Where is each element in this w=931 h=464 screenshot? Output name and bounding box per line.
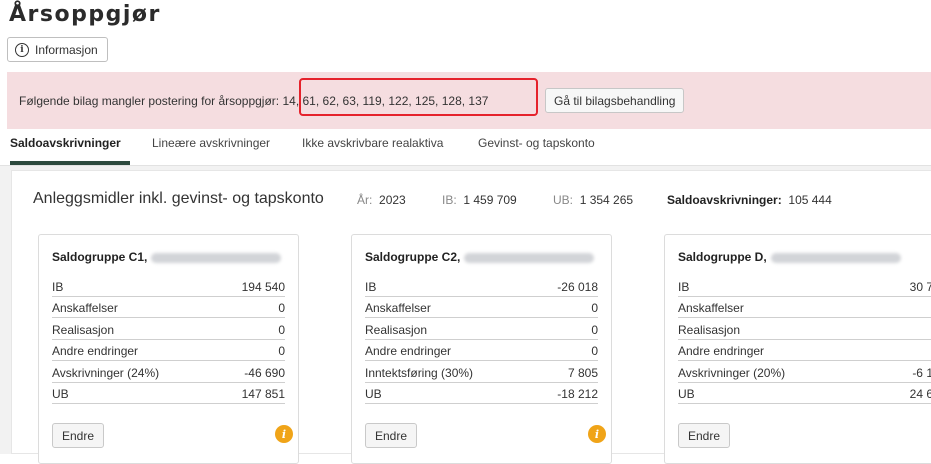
row-value: 7 805 — [567, 366, 598, 380]
row-label: Andre endringer — [52, 344, 139, 358]
highlight-box — [299, 78, 538, 116]
balance-group-card: Saldogruppe C1, IB 194 540 Anskaffelser 0 … — [38, 234, 299, 464]
row-label: Avskrivninger (24%) — [52, 366, 160, 380]
card-title-text: Saldogruppe C1, — [52, 250, 148, 264]
card-row: Anskaffelser 0 — [365, 297, 598, 318]
tab-ikke-avskrivbare-realaktiva[interactable]: Ikke avskrivbare realaktiva — [302, 136, 443, 150]
row-label: IB — [52, 280, 64, 294]
warning-info-icon[interactable]: i — [275, 425, 293, 443]
year-value: 2023 — [379, 193, 406, 207]
go-to-voucher-processing-button[interactable]: Gå til bilagsbehandling — [545, 88, 685, 113]
row-value: 0 — [278, 323, 285, 337]
main-panel: Anleggsmidler inkl. gevinst- og tapskont… — [0, 166, 931, 464]
card-row: Anskaffelser — [678, 297, 931, 318]
row-value: -6 1 — [912, 366, 931, 380]
balance-group-card: Saldogruppe C2, IB -26 018 Anskaffelser 0 … — [351, 234, 612, 464]
row-label: UB — [678, 387, 695, 401]
alert-prefix: Følgende bilag mangler postering for års… — [19, 94, 280, 108]
tab-bar: Saldoavskrivninger Lineære avskrivninger… — [0, 130, 931, 166]
row-value: 194 540 — [241, 280, 285, 294]
row-value: 0 — [591, 323, 598, 337]
page-title: Årsoppgjør — [9, 2, 161, 27]
card-row: IB 194 540 — [52, 276, 285, 297]
row-label: UB — [365, 387, 382, 401]
card-row: Andre endringer — [678, 340, 931, 361]
card-row: IB -26 018 — [365, 276, 598, 297]
card-row: Avskrivninger (24%) -46 690 — [52, 362, 285, 383]
redacted-name — [464, 252, 595, 263]
tab-saldoavskrivninger[interactable]: Saldoavskrivninger — [10, 136, 121, 150]
edit-button[interactable]: Endre — [365, 423, 418, 448]
row-label: Avskrivninger (20%) — [678, 366, 786, 380]
warning-info-icon[interactable]: i — [588, 425, 606, 443]
card-title: Saldogruppe D, — [678, 250, 901, 264]
card-title: Saldogruppe C2, — [365, 250, 595, 264]
row-value: -46 690 — [244, 366, 285, 380]
edit-button[interactable]: Endre — [52, 423, 105, 448]
depreciation-label: Saldoavskrivninger: — [667, 193, 782, 207]
card-title-text: Saldogruppe D, — [678, 250, 767, 264]
row-label: Realisasjon — [678, 323, 741, 337]
ub-label: UB: — [553, 193, 574, 207]
card-row: Andre endringer 0 — [52, 340, 285, 361]
row-label: Anskaffelser — [52, 301, 118, 315]
ib-value: 1 459 709 — [463, 193, 517, 207]
card-row: UB 147 851 — [52, 383, 285, 404]
summary-ib: IB: 1 459 709 — [442, 193, 517, 207]
row-value: 0 — [591, 344, 598, 358]
row-label: Realisasjon — [365, 323, 428, 337]
tab-lineaere-avskrivninger[interactable]: Lineære avskrivninger — [152, 136, 270, 150]
row-label: UB — [52, 387, 69, 401]
row-value: 24 6 — [909, 387, 931, 401]
row-value: 0 — [591, 301, 598, 315]
summary-ub: UB: 1 354 265 — [553, 193, 633, 207]
row-value: -18 212 — [557, 387, 598, 401]
card-row: UB 24 6 — [678, 383, 931, 404]
summary-title: Anleggsmidler inkl. gevinst- og tapskont… — [33, 190, 324, 207]
summary-year: År: 2023 — [357, 193, 406, 207]
assets-panel: Anleggsmidler inkl. gevinst- og tapskont… — [11, 170, 931, 464]
row-label: IB — [678, 280, 690, 294]
card-title: Saldogruppe C1, — [52, 250, 282, 264]
row-value: 147 851 — [241, 387, 285, 401]
row-label: Andre endringer — [678, 344, 765, 358]
info-circle-icon: i — [15, 42, 29, 57]
card-row: Avskrivninger (20%) -6 1 — [678, 362, 931, 383]
row-label: Inntektsføring (30%) — [365, 366, 474, 380]
row-label: Anskaffelser — [365, 301, 431, 315]
card-row: Realisasjon 0 — [365, 319, 598, 340]
row-value: 0 — [278, 301, 285, 315]
depreciation-value: 105 444 — [788, 193, 832, 207]
year-label: År: — [357, 193, 373, 207]
row-label: Andre endringer — [365, 344, 452, 358]
edit-button[interactable]: Endre — [678, 423, 731, 448]
card-row: Anskaffelser 0 — [52, 297, 285, 318]
card-row: Andre endringer 0 — [365, 340, 598, 361]
row-label: Anskaffelser — [678, 301, 744, 315]
card-row: UB -18 212 — [365, 383, 598, 404]
card-row: IB 30 7 — [678, 276, 931, 297]
summary-depreciation: Saldoavskrivninger: 105 444 — [667, 193, 832, 207]
tab-gevinst-og-tapskonto[interactable]: Gevinst- og tapskonto — [478, 136, 595, 150]
row-value: 0 — [278, 344, 285, 358]
active-tab-indicator — [10, 161, 130, 165]
row-value: -26 018 — [557, 280, 598, 294]
redacted-name — [151, 252, 282, 263]
card-row: Realisasjon 0 — [52, 319, 285, 340]
balance-group-card: Saldogruppe D, IB 30 7 Anskaffelser Reali… — [664, 234, 931, 464]
information-button-label: Informasjon — [35, 42, 98, 57]
row-label: IB — [365, 280, 377, 294]
information-button[interactable]: i Informasjon — [7, 37, 108, 62]
missing-postings-alert: Følgende bilag mangler postering for års… — [7, 72, 931, 129]
redacted-name — [770, 252, 901, 263]
card-row: Inntektsføring (30%) 7 805 — [365, 362, 598, 383]
card-row: Realisasjon — [678, 319, 931, 340]
ub-value: 1 354 265 — [579, 193, 634, 207]
row-label: Realisasjon — [52, 323, 115, 337]
ib-label: IB: — [442, 193, 457, 207]
card-title-text: Saldogruppe C2, — [365, 250, 461, 264]
row-value: 30 7 — [909, 280, 931, 294]
